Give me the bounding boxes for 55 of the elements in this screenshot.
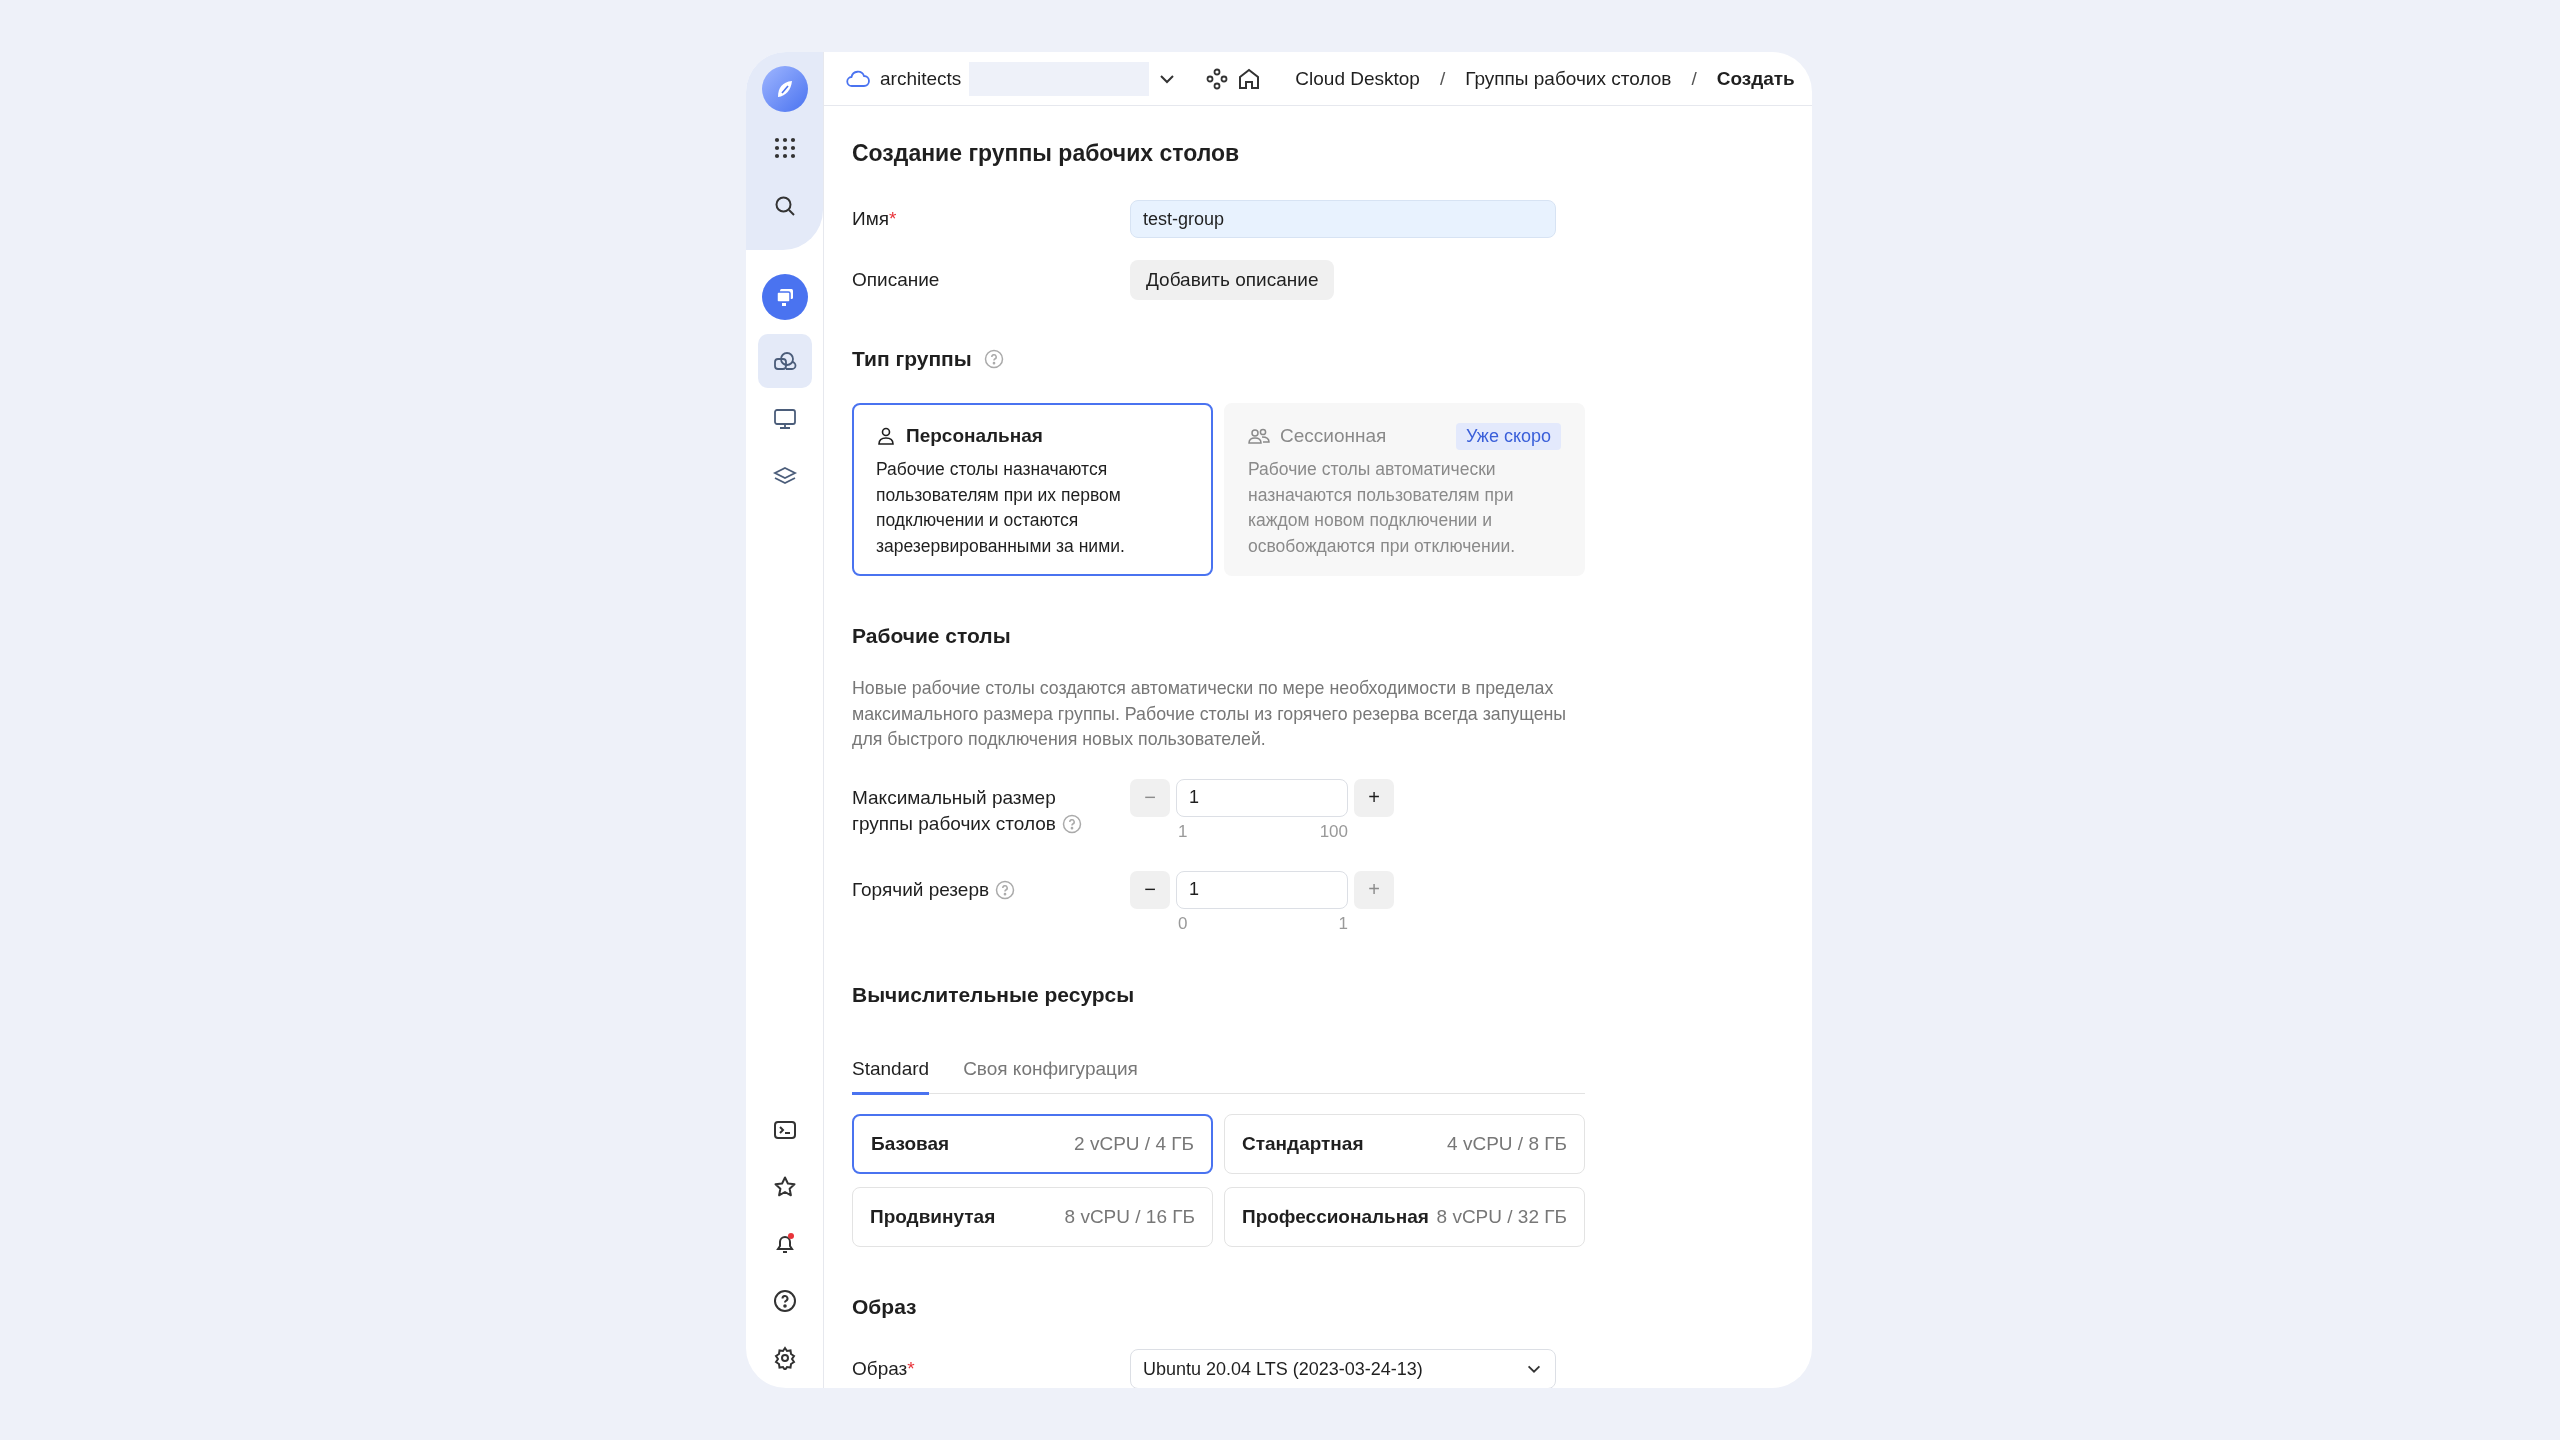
preset-spec: 8 vCPU / 16 ГБ (1064, 1206, 1195, 1228)
cloud-nav-icon[interactable] (757, 334, 812, 388)
page-title: Создание группы рабочих столов (852, 139, 1241, 168)
name-input[interactable]: test-group (1130, 200, 1556, 238)
cloud-icon (846, 68, 870, 89)
preset-option[interactable]: Стандартная 4 vCPU / 8 ГБ (1224, 1114, 1585, 1174)
field-label: Образ* (852, 1358, 916, 1380)
preset-name: Базовая (871, 1133, 950, 1155)
nodes-icon[interactable] (1205, 66, 1230, 91)
increment-button[interactable]: + (1354, 778, 1394, 817)
preset-spec: 2 vCPU / 4 ГБ (1074, 1133, 1194, 1155)
section-title: Образ (852, 1294, 918, 1320)
card-description: Рабочие столы назначаются пользователям при их первом подключении и остаются зарезервированными за ними. (876, 458, 1126, 558)
card-title: Персональная (906, 425, 1044, 447)
preset-option[interactable]: Базовая 2 vCPU / 4 ГБ (852, 1114, 1213, 1174)
preset-option[interactable]: Продвинутая 8 vCPU / 16 ГБ (852, 1187, 1213, 1247)
preset-spec: 4 vCPU / 8 ГБ (1447, 1133, 1567, 1155)
preset-option[interactable]: Профессиональная 8 vCPU / 32 ГБ (1224, 1187, 1585, 1247)
section-title: Вычислительные ресурсы (852, 981, 1136, 1008)
section-title: Тип группы (852, 346, 972, 372)
max-value-label: 1 (1338, 912, 1348, 935)
preset-name: Профессиональная (1242, 1206, 1429, 1228)
min-value-label: 1 (1177, 820, 1188, 843)
home-icon[interactable] (1237, 66, 1262, 91)
preset-spec: 8 vCPU / 32 ГБ (1436, 1206, 1567, 1228)
breadcrumb-link[interactable]: Создать (1716, 67, 1795, 90)
preset-name: Стандартная (1242, 1133, 1364, 1155)
breadcrumb-separator: / (1691, 67, 1697, 90)
section-title: Рабочие столы (852, 623, 1012, 649)
people-icon (1248, 426, 1270, 446)
breadcrumb-link[interactable]: Cloud Desktop (1295, 67, 1420, 90)
group-type-card[interactable]: Персональная Рабочие столы назначаются пользователям при их первом подключении и остаются зарезервированными за ними. (852, 403, 1213, 576)
tab[interactable]: Своя конфигурация (963, 1057, 1138, 1095)
preset-name: Продвинутая (870, 1206, 996, 1228)
field-label: Горячий резерв (852, 870, 1082, 903)
add-description-button[interactable]: Добавить описание (1130, 260, 1335, 300)
breadcrumb-link[interactable]: Группы рабочих столов (1465, 67, 1672, 90)
max-value-label: 100 (1319, 820, 1348, 843)
min-value-label: 0 (1177, 912, 1188, 935)
tab[interactable]: Standard (852, 1057, 930, 1095)
card-description: Рабочие столы автоматически назначаются пользователям при каждом новом подключении и освобождаются при отключении. (1248, 458, 1517, 558)
field-label: Максимальный размер группы рабочих столов (852, 778, 1082, 837)
logo-icon[interactable] (761, 66, 808, 112)
number-input[interactable]: 1 (1176, 778, 1348, 817)
breadcrumb-separator: / (1439, 67, 1446, 90)
field-label: Описание (852, 269, 941, 291)
decrement-button[interactable]: − (1130, 870, 1170, 909)
person-icon (876, 426, 896, 446)
section-description: Новые рабочие столы создаются автоматически по мере необходимости в пределах максимального размера группы. Рабочие столы из горячего резерва всегда запущены для быстрого подключения новых пользователей. (852, 677, 1568, 751)
desktop-create-button[interactable] (761, 274, 808, 320)
field-label: Имя* (852, 208, 898, 230)
folder-name[interactable]: architects (880, 67, 962, 90)
coming-soon-badge: Уже скоро (1456, 422, 1561, 450)
number-input[interactable]: 1 (1176, 870, 1348, 909)
card-title: Сессионная (1280, 425, 1388, 447)
